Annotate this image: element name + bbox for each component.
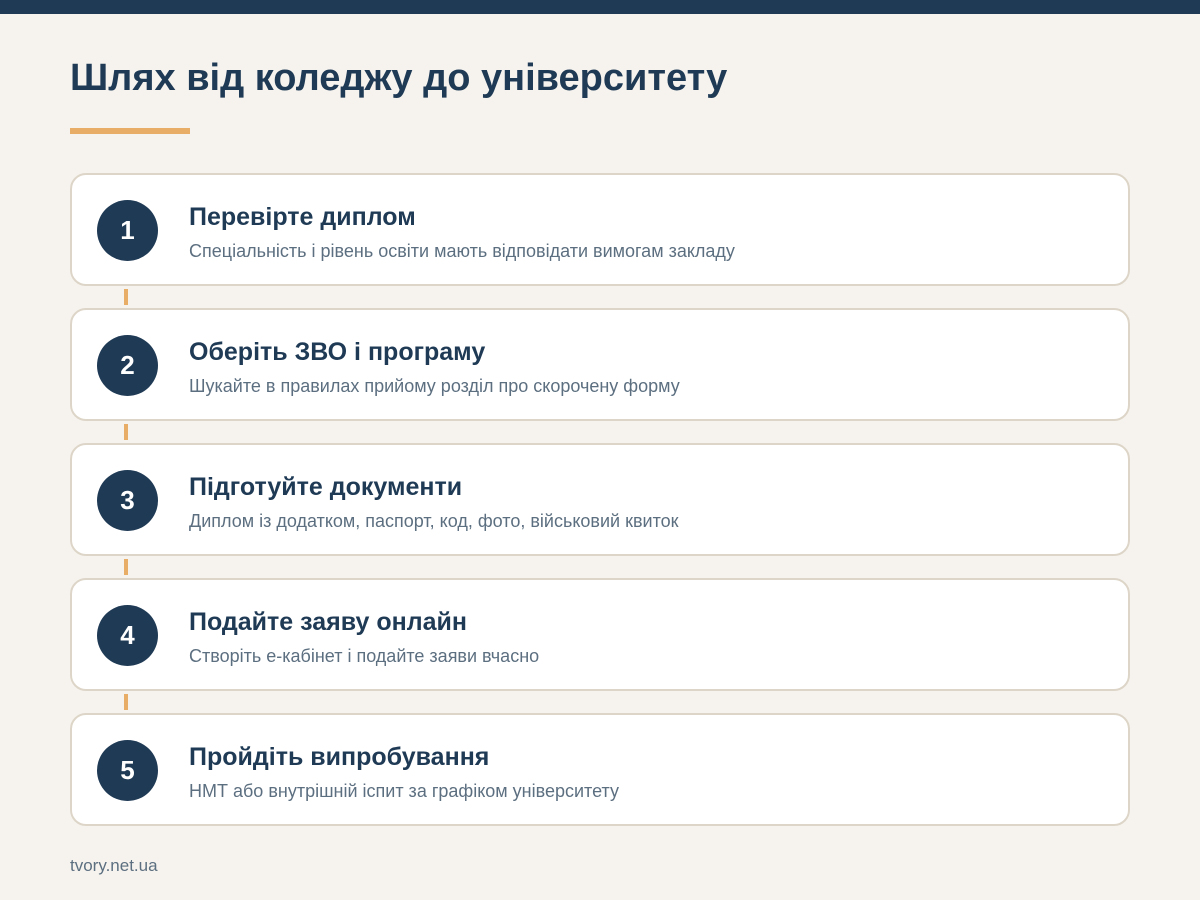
step-description: Спеціальність і рівень освіти мають відп… — [189, 241, 735, 261]
step-title: Перевірте диплом — [189, 203, 416, 231]
step-card-4: 4 Подайте заяву онлайн Створіть е-кабіне… — [70, 578, 1130, 691]
step-card-3: 3 Підготуйте документи Диплом із додатко… — [70, 443, 1130, 556]
step-description: НМТ або внутрішній іспит за графіком уні… — [189, 781, 619, 801]
step-number-badge: 2 — [97, 335, 158, 396]
step-title: Оберіть ЗВО і програму — [189, 338, 486, 366]
step-connector — [124, 421, 128, 443]
step-connector — [124, 691, 128, 713]
step-number-badge: 5 — [97, 740, 158, 801]
step-connector — [124, 556, 128, 578]
top-accent-bar — [0, 0, 1200, 14]
source-label: tvory.net.ua — [70, 856, 158, 875]
step-number-badge: 4 — [97, 605, 158, 666]
step-card-2: 2 Оберіть ЗВО і програму Шукайте в прави… — [70, 308, 1130, 421]
title-underline — [70, 128, 190, 134]
step-description: Шукайте в правилах прийому розділ про ск… — [189, 376, 680, 396]
step-card-1: 1 Перевірте диплом Спеціальність і рівен… — [70, 173, 1130, 286]
step-title: Пройдіть випробування — [189, 743, 490, 771]
step-description: Диплом із додатком, паспорт, код, фото, … — [189, 511, 679, 531]
step-number-badge: 3 — [97, 470, 158, 531]
step-title: Підготуйте документи — [189, 473, 463, 501]
step-number-badge: 1 — [97, 200, 158, 261]
step-connector — [124, 286, 128, 308]
step-card-5: 5 Пройдіть випробування НМТ або внутрішн… — [70, 713, 1130, 826]
steps-flow: 1 Перевірте диплом Спеціальність і рівен… — [70, 173, 1130, 826]
step-title: Подайте заяву онлайн — [189, 608, 467, 636]
page-title: Шлях від коледжу до університету — [70, 57, 728, 99]
step-description: Створіть е-кабінет і подайте заяви вчасн… — [189, 646, 540, 666]
